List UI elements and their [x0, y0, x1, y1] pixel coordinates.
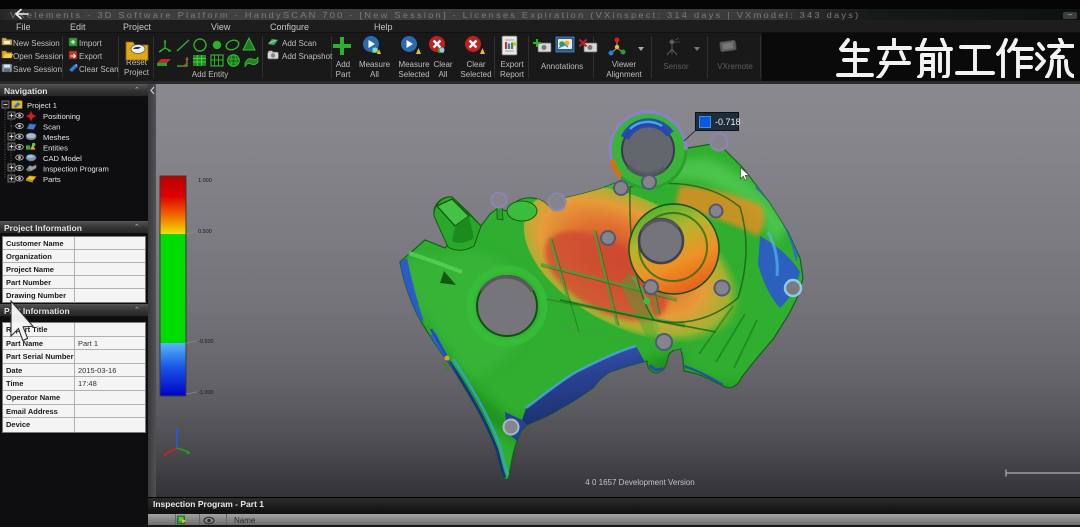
svg-text:-1.000: -1.000	[198, 390, 214, 396]
svg-text:1.000: 1.000	[198, 178, 212, 184]
svg-text:Project 1: Project 1	[27, 101, 57, 110]
svg-text:Entities: Entities	[43, 144, 68, 153]
svg-text:0.500: 0.500	[198, 229, 212, 235]
svg-text:Inspection Program: Inspection Program	[43, 165, 109, 174]
svg-text:Positioning: Positioning	[43, 112, 80, 121]
svg-text:-0.500: -0.500	[198, 339, 214, 345]
svg-text:CAD Model: CAD Model	[43, 154, 82, 163]
svg-text:Parts: Parts	[43, 175, 61, 184]
svg-text:Meshes: Meshes	[43, 133, 70, 142]
svg-text:Scan: Scan	[43, 123, 60, 132]
